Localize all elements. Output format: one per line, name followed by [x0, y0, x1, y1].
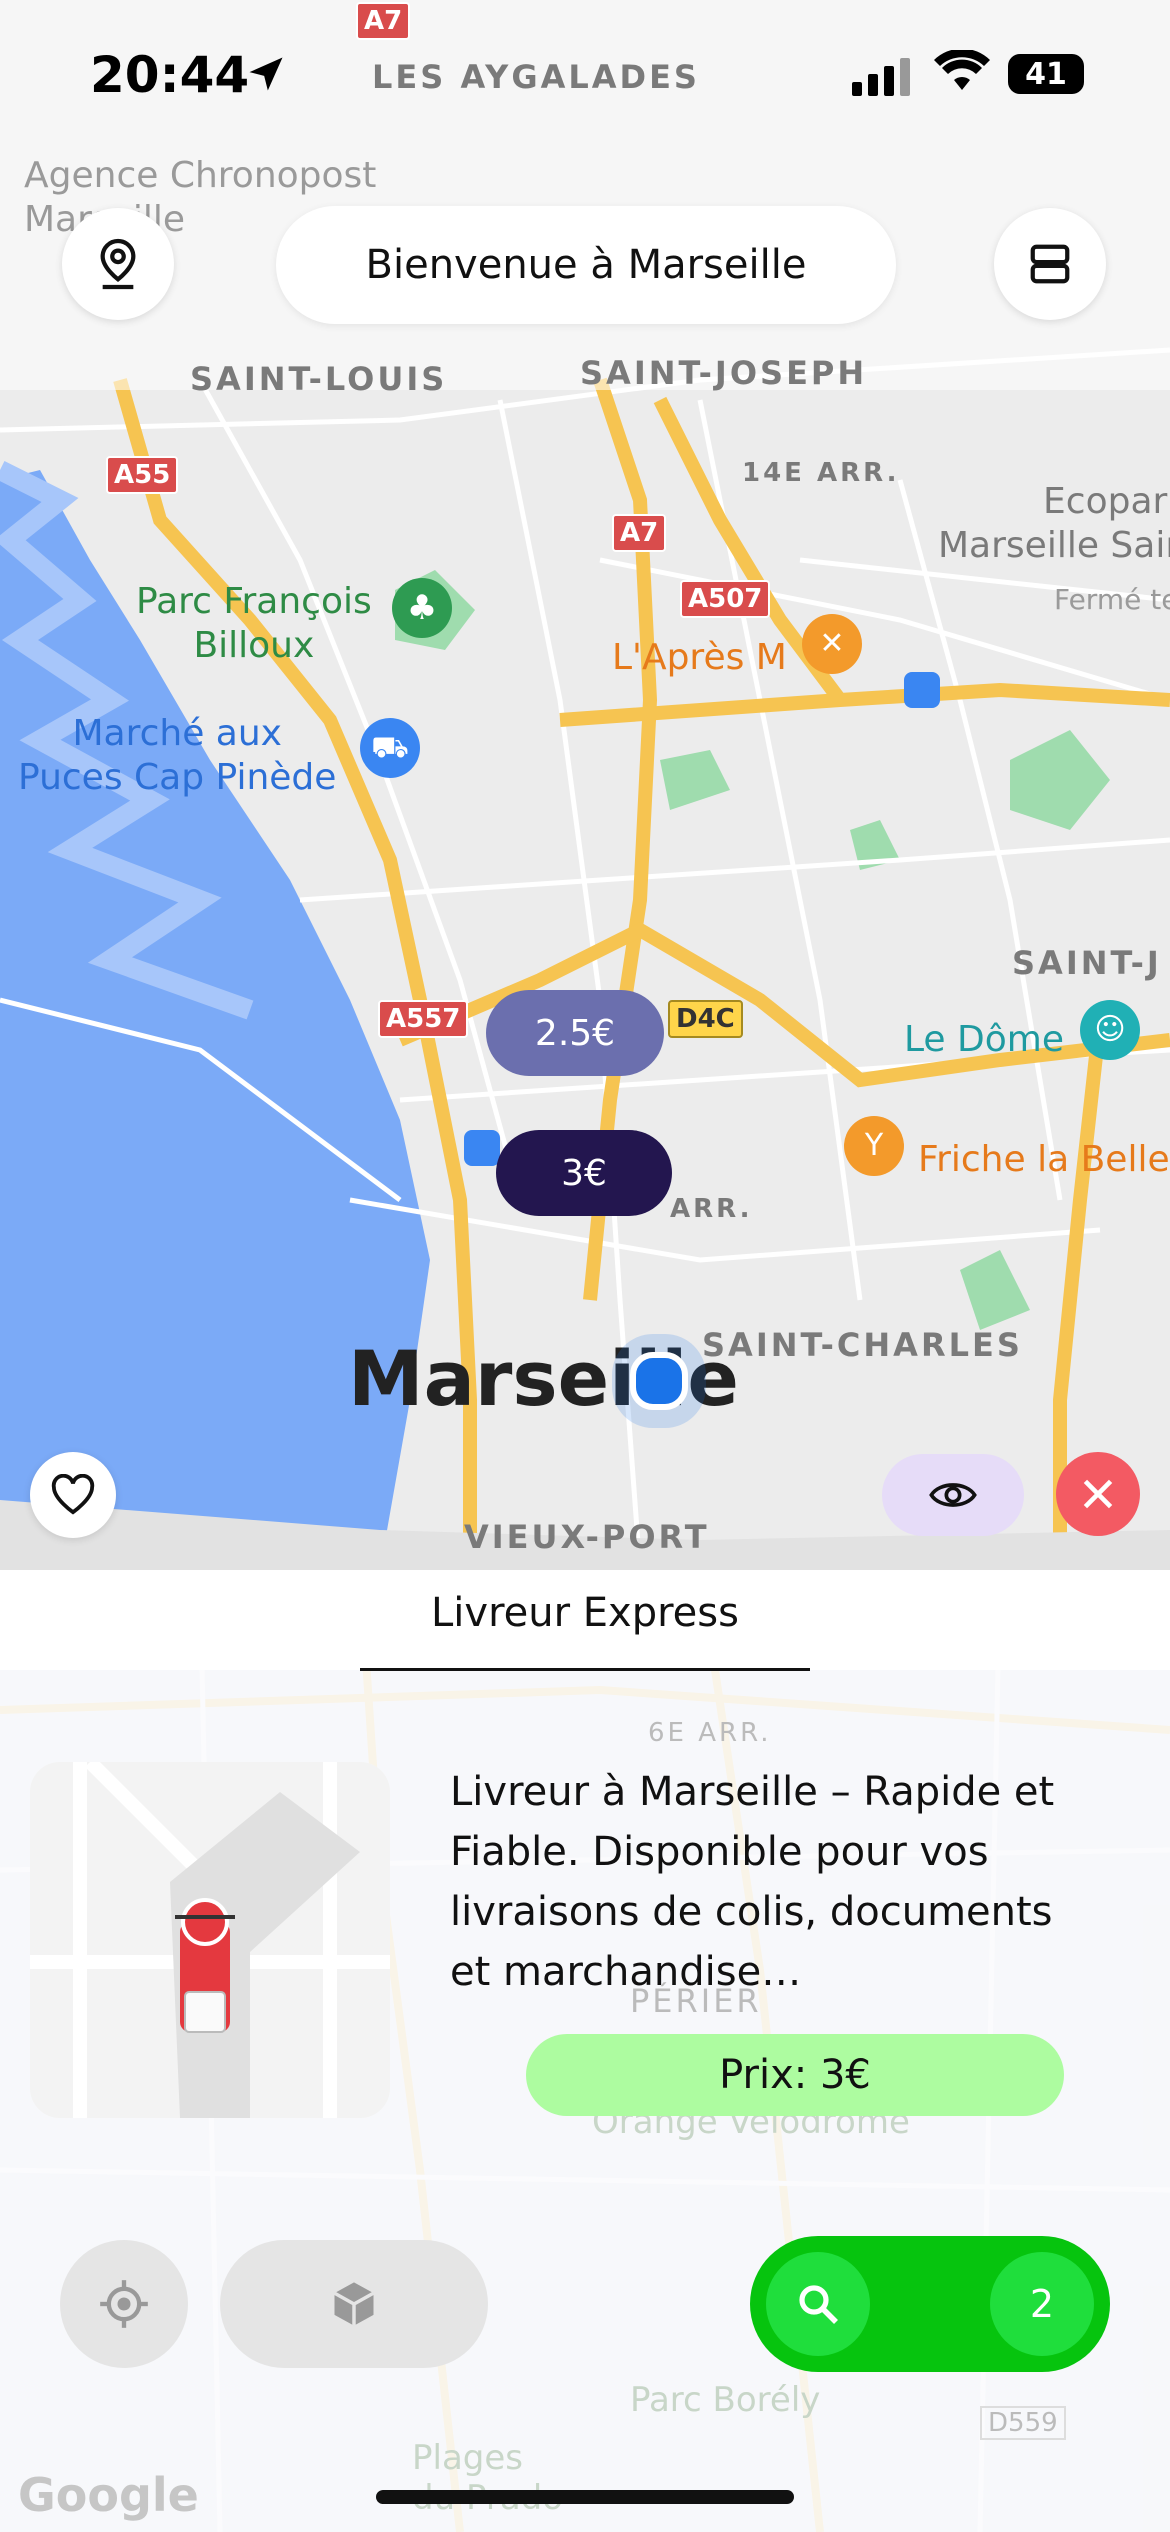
- status-time: 20:44: [90, 46, 250, 104]
- location-arrow-icon: [244, 52, 288, 100]
- price-marker[interactable]: 2.5€: [486, 990, 664, 1076]
- location-pin-icon: [100, 238, 136, 290]
- google-logo: Google: [18, 2468, 199, 2522]
- favorite-button[interactable]: [30, 1452, 116, 1538]
- map-area-label: LES AYGALADES: [372, 58, 700, 96]
- map-poi-label: Parc Borély: [630, 2380, 821, 2420]
- transit-stop-icon[interactable]: [464, 1130, 500, 1166]
- search-toggle[interactable]: 2: [750, 2236, 1110, 2372]
- list-view-button[interactable]: [994, 208, 1106, 320]
- tab-livreur-express[interactable]: Livreur Express: [360, 1590, 810, 1636]
- poi-marche-aux-puces[interactable]: Marché aux Puces Cap Pinède: [18, 712, 336, 800]
- poi-ecopark[interactable]: Ecopark Marseille Sain: [938, 480, 1170, 568]
- list-layout-icon: [1030, 244, 1070, 284]
- tab-underline: [360, 1668, 810, 1671]
- package-box-icon: [333, 2282, 375, 2326]
- poi-apres-m[interactable]: L'Après M: [612, 636, 787, 680]
- poi-friche-la-belle[interactable]: Friche la Belle: [918, 1138, 1170, 1182]
- poi-parc-francois-billoux[interactable]: Parc François Billoux: [136, 580, 372, 668]
- price-marker[interactable]: 3€: [496, 1130, 672, 1216]
- road-shield: A55: [106, 456, 179, 494]
- search-icon: [799, 2285, 838, 2324]
- theater-pin-icon[interactable]: ☺: [1080, 1000, 1140, 1060]
- crosshair-icon: [100, 2280, 148, 2328]
- transit-stop-icon[interactable]: [904, 672, 940, 708]
- close-icon: [1083, 1479, 1113, 1509]
- bar-pin-icon[interactable]: Y: [844, 1116, 904, 1176]
- current-location-dot: [630, 1352, 688, 1410]
- heart-icon: [51, 1474, 95, 1515]
- restaurant-pin-icon[interactable]: ✕: [802, 614, 862, 674]
- road-shield: D4C: [668, 1000, 743, 1038]
- courier-scooter-illustration: [30, 1762, 390, 2118]
- poi-ecopark-status: Fermé te: [1054, 583, 1170, 616]
- map-area-label: 6E ARR.: [648, 1718, 772, 1748]
- road-shield: A507: [680, 580, 771, 618]
- search-count-badge[interactable]: 2: [990, 2252, 1094, 2356]
- package-button[interactable]: [220, 2240, 488, 2368]
- courier-thumbnail[interactable]: [30, 1762, 390, 2118]
- price-button[interactable]: Prix: 3€: [526, 2034, 1064, 2116]
- close-button[interactable]: [1056, 1452, 1140, 1536]
- wifi-icon: [934, 48, 990, 98]
- map-area-label: 14E ARR.: [742, 458, 900, 488]
- recenter-button[interactable]: [60, 2240, 188, 2368]
- cellular-signal-icon: [852, 56, 910, 100]
- road-shield: A557: [378, 1000, 469, 1038]
- map-poi-label: Plages du Prado: [412, 2438, 563, 2518]
- shopping-pin-icon[interactable]: ⛟: [360, 718, 420, 778]
- poi-le-dome[interactable]: Le Dôme: [904, 1018, 1064, 1062]
- road-shield: A7: [356, 2, 411, 40]
- header-title: Bienvenue à Marseille: [276, 206, 896, 324]
- toggle-visibility-button[interactable]: [882, 1454, 1024, 1536]
- map-area-label: VIEUX-PORT: [464, 1518, 710, 1556]
- map-area-label: SAINT-LOUIS: [190, 360, 448, 398]
- listing-description: Livreur à Marseille – Rapide et Fiable. …: [450, 1769, 1055, 1995]
- map-area-label: SAINT-CHARLES: [702, 1326, 1023, 1364]
- location-pin-button[interactable]: [62, 208, 174, 320]
- map-area-label: ARR.: [670, 1194, 753, 1224]
- search-button[interactable]: [766, 2252, 870, 2356]
- home-indicator: [376, 2490, 794, 2504]
- park-pin-icon[interactable]: ♣: [392, 578, 452, 638]
- map-area-label: SAINT-J: [1012, 944, 1162, 982]
- road-shield: A7: [612, 514, 667, 552]
- road-shield: D559: [980, 2406, 1066, 2440]
- eye-icon: [929, 1483, 977, 1507]
- map-area-label: SAINT-JOSEPH: [580, 354, 868, 392]
- battery-icon: 41: [1008, 54, 1084, 94]
